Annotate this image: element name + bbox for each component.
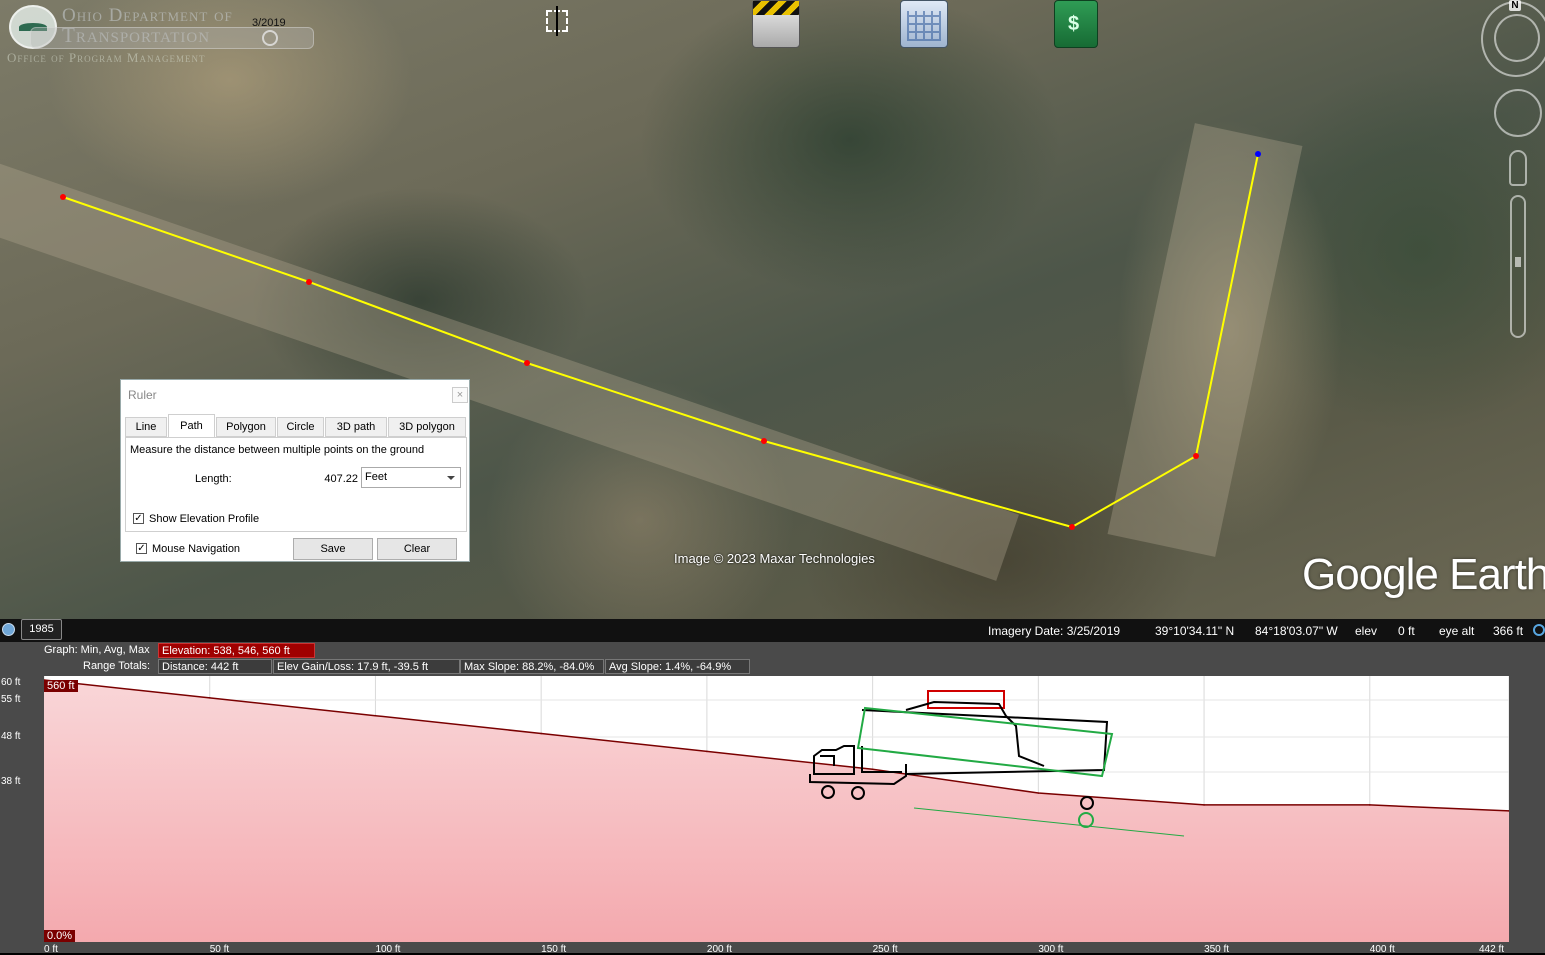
path-point — [524, 360, 530, 366]
x-tick-label: 442 ft — [1479, 944, 1505, 955]
tab-path[interactable]: Path — [168, 414, 215, 438]
ruler-panel: Measure the distance between multiple po… — [125, 437, 467, 532]
ruler-dialog: Ruler × Line Path Polygon Circle 3D path… — [120, 379, 470, 562]
latitude: 39°10'34.11" N — [1155, 624, 1235, 638]
elevation-area — [44, 680, 1509, 942]
elev-label: elev — [1355, 624, 1378, 638]
max-slope-stat: Max Slope: 88.2%, -84.0% — [460, 659, 604, 674]
length-label: Length: — [195, 473, 232, 485]
save-button[interactable]: Save — [293, 538, 373, 560]
elevation-point — [1037, 792, 1040, 794]
path-point — [761, 438, 767, 444]
mouse-navigation-label[interactable]: Mouse Navigation — [152, 543, 240, 555]
close-button[interactable]: × — [452, 387, 468, 403]
elevation-profile-panel: Graph: Min, Avg, Max Elevation: 538, 546… — [0, 642, 1545, 955]
elev-gain-loss-stat: Elev Gain/Loss: 17.9 ft, -39.5 ft — [273, 659, 460, 674]
x-tick-label: 350 ft — [1204, 944, 1230, 955]
eye-alt-value: 366 ft — [1493, 624, 1524, 638]
x-tick-label: 100 ft — [375, 944, 401, 955]
elevation-point — [540, 732, 542, 735]
max-elevation-marker: 560 ft — [44, 680, 78, 692]
status-bar: 1985 Imagery Date: 3/25/2019 39°10'34.11… — [0, 619, 1545, 642]
elevation-point — [706, 750, 708, 753]
distance-stat: Distance: 442 ft — [158, 659, 272, 674]
historical-imagery-icon[interactable] — [2, 623, 15, 636]
unit-select[interactable]: Feet — [361, 467, 461, 488]
slope-marker: 0.0% — [44, 930, 76, 942]
y-tick-label: 55 ft — [1, 694, 21, 705]
x-tick-label: 150 ft — [541, 944, 567, 955]
elevation-chart-svg — [44, 676, 1509, 942]
elevation-point — [1203, 804, 1205, 806]
google-earth-logo: Google Earth — [1302, 550, 1545, 599]
graph-label: Graph: Min, Avg, Max — [44, 644, 150, 656]
x-tick-label: 300 ft — [1038, 944, 1064, 955]
y-tick-label: 38 ft — [1, 776, 21, 787]
x-tick-label: 250 ft — [872, 944, 898, 955]
imagery-attribution: Image © 2023 Maxar Technologies — [674, 551, 875, 566]
tab-line[interactable]: Line — [125, 417, 167, 437]
x-tick-label: 400 ft — [1369, 944, 1395, 955]
mouse-navigation-checkbox[interactable]: ✓ — [136, 543, 147, 554]
show-elevation-checkbox[interactable]: ✓ — [133, 513, 144, 524]
x-tick-label: 200 ft — [706, 944, 732, 955]
elevation-point — [1368, 804, 1371, 806]
tab-circle[interactable]: Circle — [277, 417, 324, 437]
path-point — [306, 279, 312, 285]
x-tick-label: 0 ft — [44, 944, 58, 955]
elevation-point — [871, 768, 874, 771]
path-point — [1069, 524, 1075, 530]
path-point — [1193, 453, 1199, 459]
show-elevation-label[interactable]: Show Elevation Profile — [149, 513, 259, 525]
range-label: Range Totals: — [83, 660, 151, 672]
y-tick-label: 48 ft — [1, 731, 21, 742]
ruler-title: Ruler — [128, 388, 157, 402]
historical-year[interactable]: 1985 — [21, 619, 62, 640]
longitude: 84°18'03.07" W — [1255, 624, 1338, 638]
elev-value: 0 ft — [1398, 624, 1415, 638]
chevron-down-icon — [447, 476, 455, 480]
avg-slope-stat: Avg Slope: 1.4%, -64.9% — [605, 659, 750, 674]
tab-3d-polygon[interactable]: 3D polygon — [388, 417, 466, 437]
clear-button[interactable]: Clear — [377, 538, 457, 560]
streaming-globe-icon — [1533, 624, 1545, 636]
elevation-point — [374, 714, 377, 717]
tab-3d-path[interactable]: 3D path — [325, 417, 387, 437]
path-point — [60, 194, 66, 200]
x-tick-label: 50 ft — [209, 944, 230, 955]
path-end-point — [1255, 151, 1261, 157]
elevation-stat: Elevation: 538, 546, 560 ft — [158, 643, 315, 658]
elevation-point — [208, 697, 211, 699]
ruler-description: Measure the distance between multiple po… — [130, 444, 425, 456]
map-view[interactable]: Ohio Department of Transportation Office… — [0, 0, 1545, 642]
y-tick-label: 60 ft — [1, 677, 21, 688]
length-value: 407.22 — [324, 473, 358, 485]
tab-polygon[interactable]: Polygon — [216, 417, 276, 437]
unit-select-value: Feet — [365, 471, 388, 483]
elevation-chart[interactable]: 560 ft 0.0% — [44, 676, 1509, 942]
eye-alt-label: eye alt — [1439, 624, 1475, 638]
imagery-date: Imagery Date: 3/25/2019 — [988, 624, 1121, 638]
